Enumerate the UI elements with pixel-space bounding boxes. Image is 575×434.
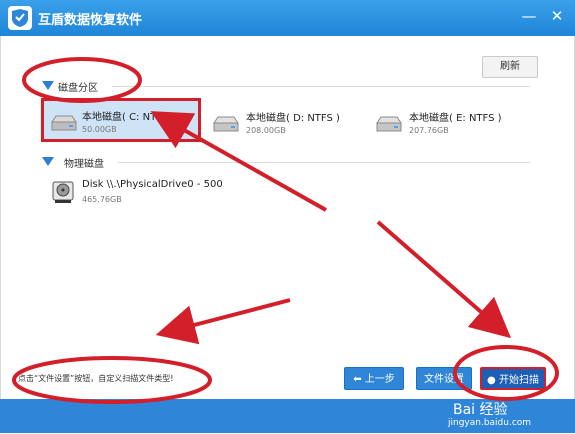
section-label-physical: 物理磁盘 — [64, 159, 104, 170]
scan-icon: ● — [487, 375, 496, 386]
physical-disk-card[interactable]: Disk \\.\PhysicalDrive0 - 500 465.76GB — [48, 175, 268, 219]
watermark-url: jingyan.baidu.com — [448, 418, 532, 428]
file-settings-hint: 点击“文件设置”按钮，自定义扫描文件类型! — [18, 374, 174, 383]
partition-card-d[interactable]: 本地磁盘( D: NTFS ) 208.00GB — [212, 106, 372, 150]
file-settings-button[interactable]: 文件设置 — [416, 367, 472, 390]
refresh-button[interactable]: 刷新 — [482, 56, 538, 78]
minimize-button[interactable]: — — [515, 4, 543, 28]
hard-drive-icon — [212, 114, 240, 134]
partition-name: 本地磁盘( D: NTFS ) — [246, 113, 340, 124]
section-divider — [112, 86, 530, 87]
partition-card-c[interactable]: 本地磁盘( C: NTFS ) 50.00GB — [41, 98, 201, 142]
close-button[interactable]: ✕ — [543, 4, 571, 28]
collapse-triangle-icon[interactable] — [42, 157, 54, 166]
back-arrow-icon: ⬅ — [353, 374, 362, 385]
physical-disk-size: 465.76GB — [82, 195, 122, 204]
partition-size: 207.76GB — [409, 126, 449, 135]
watermark-brand: Bai 经验 — [453, 402, 508, 418]
hard-drive-icon — [50, 113, 78, 133]
start-scan-button[interactable]: ● 开始扫描 — [480, 367, 546, 390]
start-scan-label: 开始扫描 — [498, 375, 539, 386]
window-title: 互盾数据恢复软件 — [38, 13, 143, 28]
physical-drive-icon — [50, 179, 76, 205]
section-label-partitions: 磁盘分区 — [58, 83, 98, 94]
collapse-triangle-icon[interactable] — [42, 81, 54, 90]
hard-drive-icon — [375, 114, 403, 134]
previous-label: 上一步 — [364, 374, 395, 385]
app-logo-icon — [8, 6, 32, 30]
section-divider — [118, 162, 530, 163]
partition-size: 50.00GB — [82, 125, 117, 134]
partition-name: 本地磁盘( E: NTFS ) — [409, 113, 502, 124]
previous-button[interactable]: ⬅ 上一步 — [344, 367, 404, 390]
title-bar: 互盾数据恢复软件 — ✕ — [0, 0, 575, 36]
physical-disk-name: Disk \\.\PhysicalDrive0 - 500 — [82, 179, 223, 190]
partition-size: 208.00GB — [246, 126, 286, 135]
partition-card-e[interactable]: 本地磁盘( E: NTFS ) 207.76GB — [375, 106, 535, 150]
partition-name: 本地磁盘( C: NTFS ) — [82, 112, 176, 123]
